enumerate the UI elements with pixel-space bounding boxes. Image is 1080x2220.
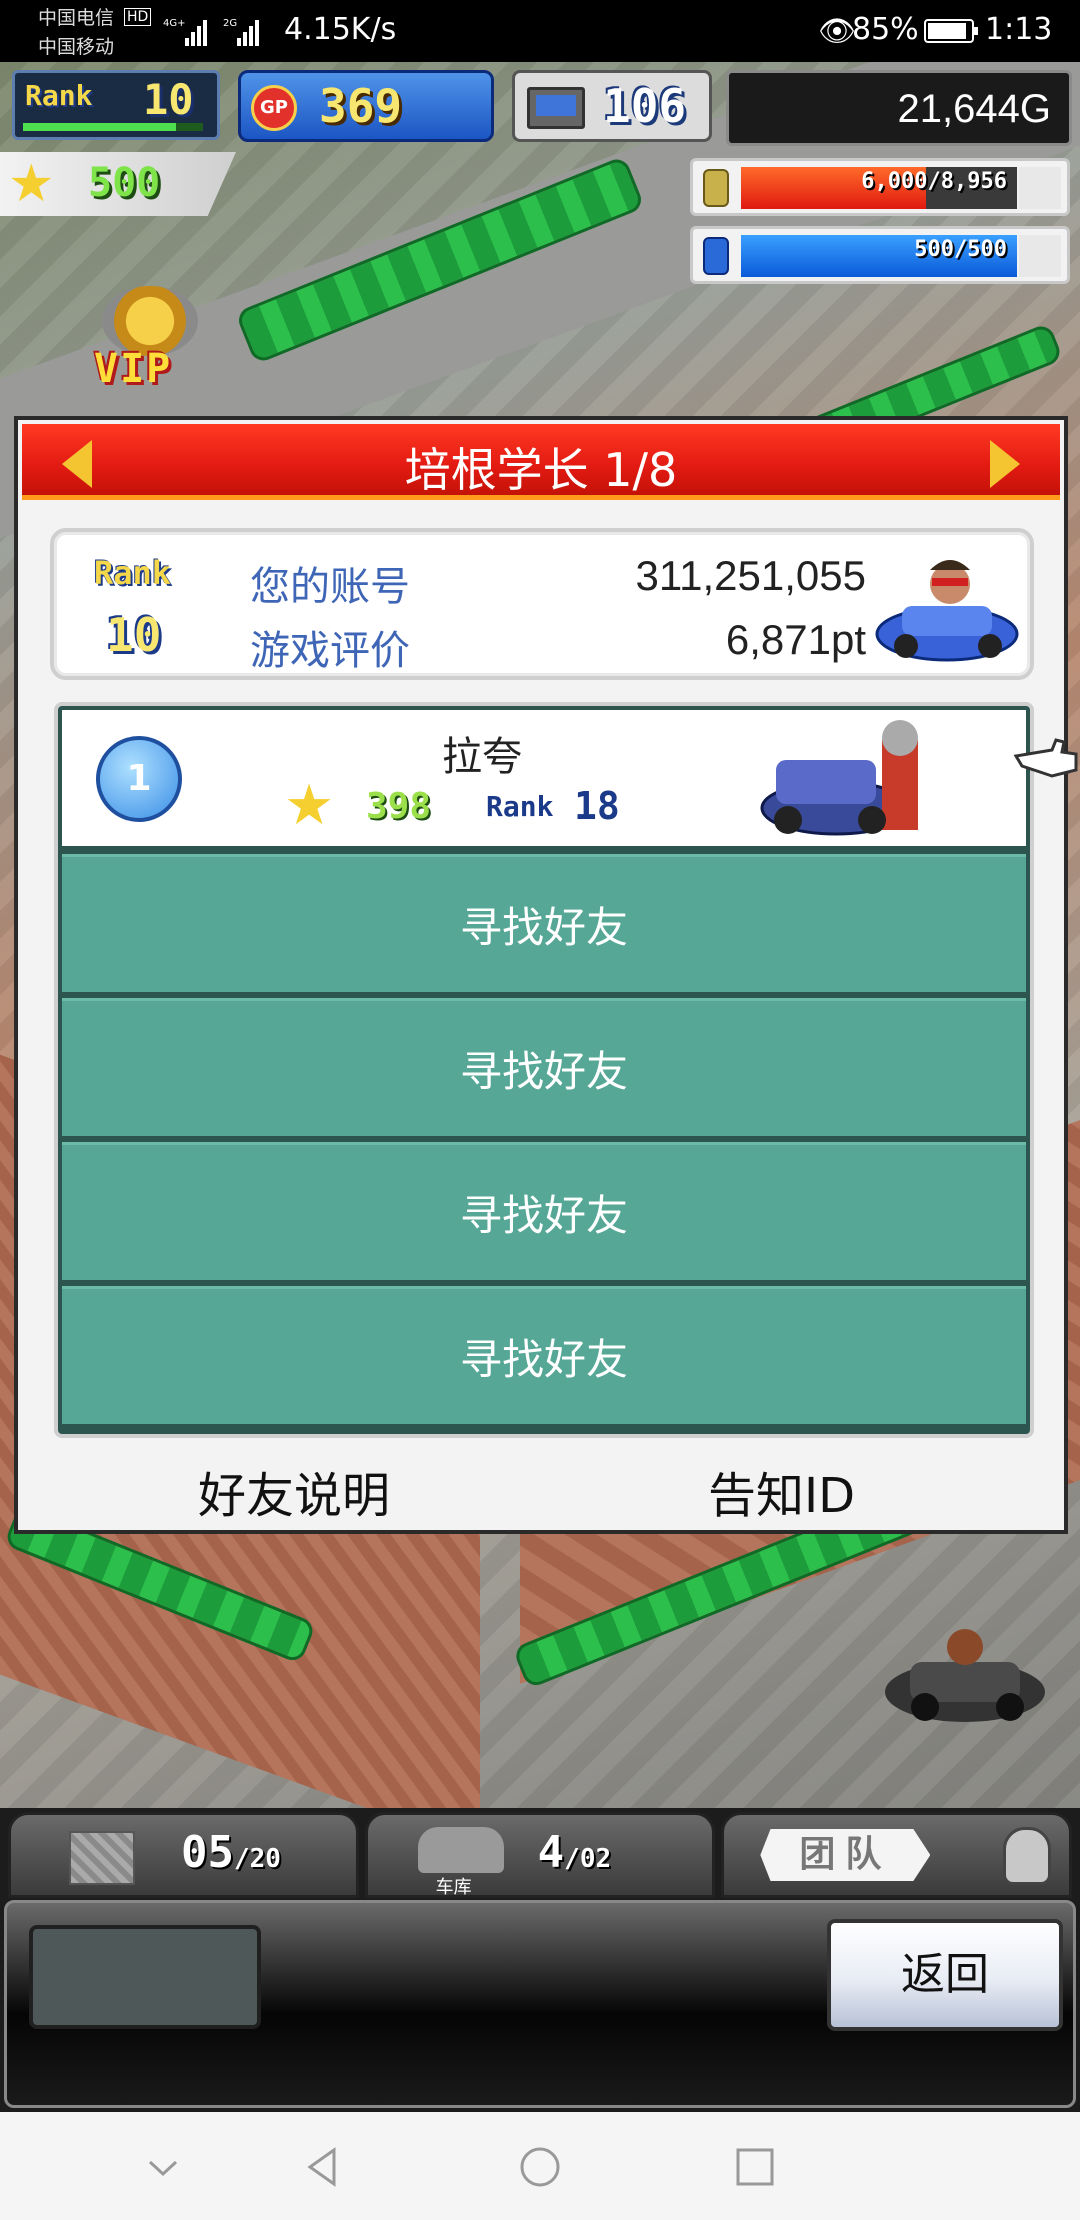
- game-rating-value: 6,871pt: [725, 616, 866, 663]
- account-rank-label: Rank: [94, 554, 172, 592]
- money-value: 21,644G: [897, 87, 1051, 131]
- find-friend-button[interactable]: 寻找好友: [62, 1286, 1026, 1424]
- carrier-2: 中国移动: [38, 36, 115, 58]
- dialog-title: 培根学长 1/8: [404, 443, 678, 497]
- garage-count: 4/02: [538, 1827, 611, 1878]
- player-rank-panel: Rank 10: [12, 70, 220, 140]
- eye-comfort-icon: 👁: [818, 14, 857, 49]
- empty-slot: [29, 1925, 261, 2029]
- home-circle-icon[interactable]: [515, 2142, 565, 2192]
- back-button[interactable]: 返回: [827, 1919, 1063, 2031]
- share-id-button[interactable]: 告知ID: [708, 1456, 855, 1526]
- friend-row[interactable]: 1 拉夸 ★ 398 Rank 18: [62, 710, 1026, 850]
- back-triangle-icon[interactable]: [298, 2142, 348, 2192]
- hd-badge: HD: [124, 8, 152, 26]
- status-bar: 中国电信 中国移动 HD 4G+ 2G 4.15K/s 👁 85% 1:13: [0, 0, 1080, 62]
- hide-nav-chevron-icon[interactable]: [138, 2142, 188, 2192]
- coin-gauge: 6,000/8,956: [690, 158, 1070, 216]
- account-rank-value: 10: [106, 608, 162, 662]
- gp-value: 369: [319, 79, 403, 133]
- gp-coin-icon: GP: [251, 85, 297, 131]
- parts-count: 05/20: [181, 1827, 281, 1878]
- team-label: 团队: [760, 1829, 931, 1881]
- fuel-gauge: 500/500: [690, 226, 1070, 284]
- svg-text:2G: 2G: [223, 18, 237, 29]
- signal-icon: 4G+ 2G: [163, 18, 259, 46]
- dialog-footer: 好友说明 告知ID: [22, 1440, 1060, 1530]
- computer-icon: [527, 87, 585, 129]
- parts-count-max: /20: [233, 1844, 281, 1874]
- android-nav-bar: [0, 2112, 1080, 2220]
- account-card: Rank 10 您的账号 311,251,055 游戏评价 6,871pt: [50, 528, 1034, 680]
- recents-square-icon[interactable]: [730, 2142, 780, 2192]
- crate-icon: [69, 1831, 135, 1885]
- friend-rank-value: 18: [574, 784, 620, 828]
- rank-label: Rank: [25, 79, 93, 112]
- fuel-gauge-text: 500/500: [914, 237, 1007, 262]
- gp-panel[interactable]: GP 369: [238, 70, 494, 142]
- friends-list: 1 拉夸 ★ 398 Rank 18 寻找好友 寻找好友 寻找好友 寻找好友: [54, 702, 1034, 1438]
- friend-help-button[interactable]: 好友说明: [198, 1456, 390, 1526]
- vip-badge[interactable]: VIP: [90, 286, 220, 396]
- parts-slot[interactable]: 05/20: [8, 1812, 359, 1898]
- clock: 1:13: [985, 12, 1053, 47]
- rank-exp-bar: [23, 123, 203, 131]
- find-friend-button[interactable]: 寻找好友: [62, 854, 1026, 992]
- find-friend-button[interactable]: 寻找好友: [62, 1142, 1026, 1280]
- game-rating-label: 游戏评价: [250, 628, 410, 674]
- garage-count-max: /02: [564, 1844, 612, 1874]
- coin-stack-icon: [703, 169, 729, 207]
- slot-row: 05/20 车库 4/02 团队: [8, 1812, 1073, 1898]
- driver-head-icon: [1003, 1827, 1052, 1885]
- command-panel: 返回: [4, 1900, 1076, 2108]
- battery-icon: [924, 19, 978, 43]
- gauge-end: [1019, 167, 1061, 209]
- fuel-bottle-icon: [703, 237, 729, 275]
- svg-text:4G+: 4G+: [163, 18, 186, 29]
- star-icon: ★: [284, 773, 335, 838]
- friend-avatar-car: [760, 720, 918, 836]
- net-speed: 4.15K/s: [284, 12, 397, 47]
- find-friend-button[interactable]: 寻找好友: [62, 998, 1026, 1136]
- money-panel: 21,644G: [726, 70, 1072, 146]
- garage-slot[interactable]: 车库 4/02: [364, 1812, 716, 1898]
- friend-position-badge: 1: [96, 736, 182, 822]
- player-avatar-car: [875, 560, 1019, 662]
- gauge-end: [1019, 235, 1061, 277]
- pc-panel[interactable]: 106: [512, 70, 712, 142]
- garage-car-icon: [417, 1827, 504, 1873]
- next-page-arrow-icon[interactable]: [990, 440, 1020, 488]
- hand-pointer-icon: [1013, 738, 1078, 778]
- team-slot[interactable]: 团队: [721, 1812, 1073, 1898]
- star-value: 500: [88, 160, 161, 206]
- friend-name: 拉夸: [442, 734, 522, 780]
- parts-count-value: 05: [181, 1827, 234, 1878]
- dialog-header: 培根学长 1/8: [22, 424, 1060, 500]
- account-id-label: 您的账号: [250, 564, 410, 610]
- player-car-sprite: [885, 1629, 1045, 1722]
- carrier-1: 中国电信: [38, 7, 115, 29]
- vip-label: VIP: [94, 346, 173, 392]
- account-id-value: 311,251,055: [635, 552, 866, 599]
- star-icon: ★: [8, 154, 55, 214]
- pc-value: 106: [603, 79, 687, 133]
- garage-count-value: 4: [537, 1827, 565, 1878]
- friend-stars: 398: [366, 786, 432, 827]
- rank-value: 10: [143, 75, 194, 124]
- bottom-bar: 05/20 车库 4/02 团队 返回: [0, 1808, 1080, 2112]
- friend-rank-label: Rank: [486, 790, 554, 823]
- battery-percent: 85%: [852, 12, 919, 47]
- coin-gauge-text: 6,000/8,956: [861, 169, 1007, 194]
- star-panel: ★ 500: [0, 152, 236, 216]
- friends-dialog: 培根学长 1/8 Rank 10 您的账号 311,251,055 游戏评价 6…: [14, 416, 1068, 1534]
- garage-label: 车库: [435, 1877, 472, 1898]
